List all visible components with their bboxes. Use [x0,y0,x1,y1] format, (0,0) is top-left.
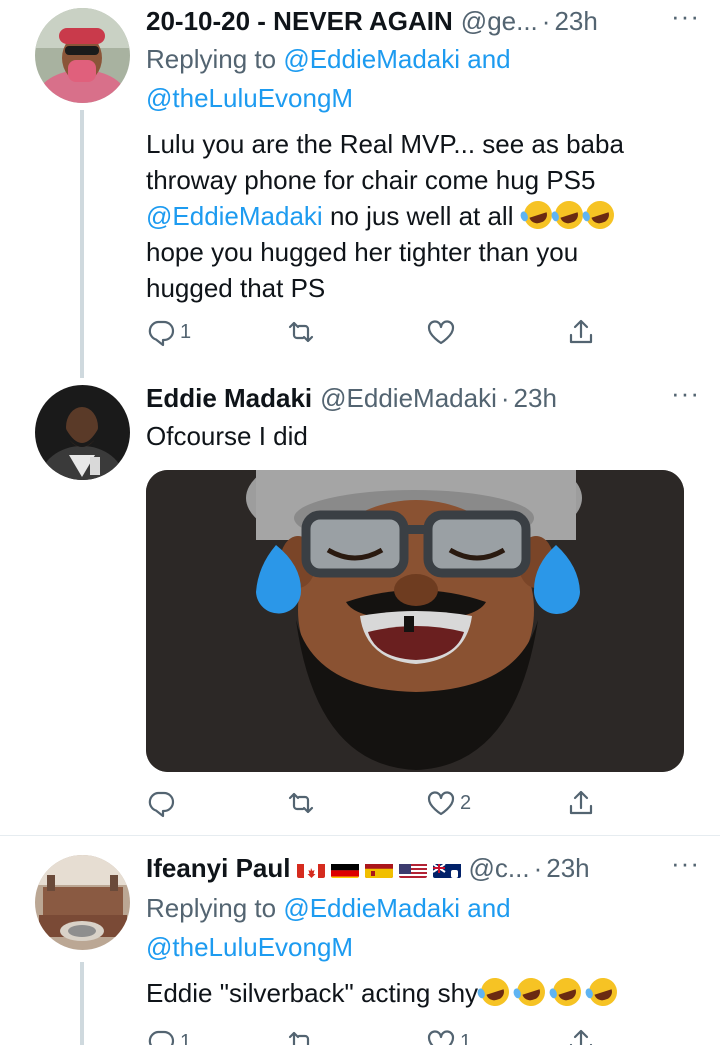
mention-link[interactable]: @theLuluEvongM [146,932,353,962]
thread-line [80,962,84,1045]
usa-flag-icon [398,859,427,878]
replying-to: Replying to @EddieMadaki and @theLuluEvo… [146,889,666,967]
like-icon [427,1030,455,1045]
timestamp[interactable]: 23h [546,853,589,884]
germany-flag-icon [330,859,359,878]
reply-button[interactable]: 1 [146,1024,191,1045]
tweet-text: Eddie "silverback" acting shy [146,974,686,1011]
tweet-header: Ifeanyi Paul @c... · 23h ··· [146,850,700,885]
reply-icon [148,1030,175,1045]
retweet-button[interactable] [286,1024,316,1045]
canada-flag-icon [296,859,325,878]
like-count: 1 [460,1030,472,1045]
user-handle[interactable]: @c... [469,853,530,884]
rofl-emoji [477,974,513,1010]
share-icon [569,1029,593,1045]
reply-count: 1 [180,1030,192,1045]
rofl-emoji [585,974,621,1010]
tweet-3[interactable]: Ifeanyi Paul @c... · 23h ··· Replying to… [0,0,720,1045]
retweet-icon [288,1031,310,1045]
avatar[interactable] [35,855,130,950]
more-icon[interactable]: ··· [671,850,700,876]
rofl-emoji [549,974,585,1010]
action-bar: 1 1 [146,1024,606,1045]
rofl-emoji [513,974,549,1010]
replying-label: Replying to [146,893,277,923]
replying-and[interactable]: and [467,893,510,923]
anguilla-flag-icon [432,859,461,878]
like-button[interactable]: 1 [426,1024,471,1045]
display-name[interactable]: Ifeanyi Paul [146,853,291,884]
text-line: Eddie "silverback" acting shy [146,978,479,1008]
spain-flag-icon [364,859,393,878]
avatar-photo-icon [35,855,130,950]
separator-dot: · [533,852,543,883]
share-button[interactable] [566,1024,596,1045]
mention-link[interactable]: @EddieMadaki [283,893,460,923]
